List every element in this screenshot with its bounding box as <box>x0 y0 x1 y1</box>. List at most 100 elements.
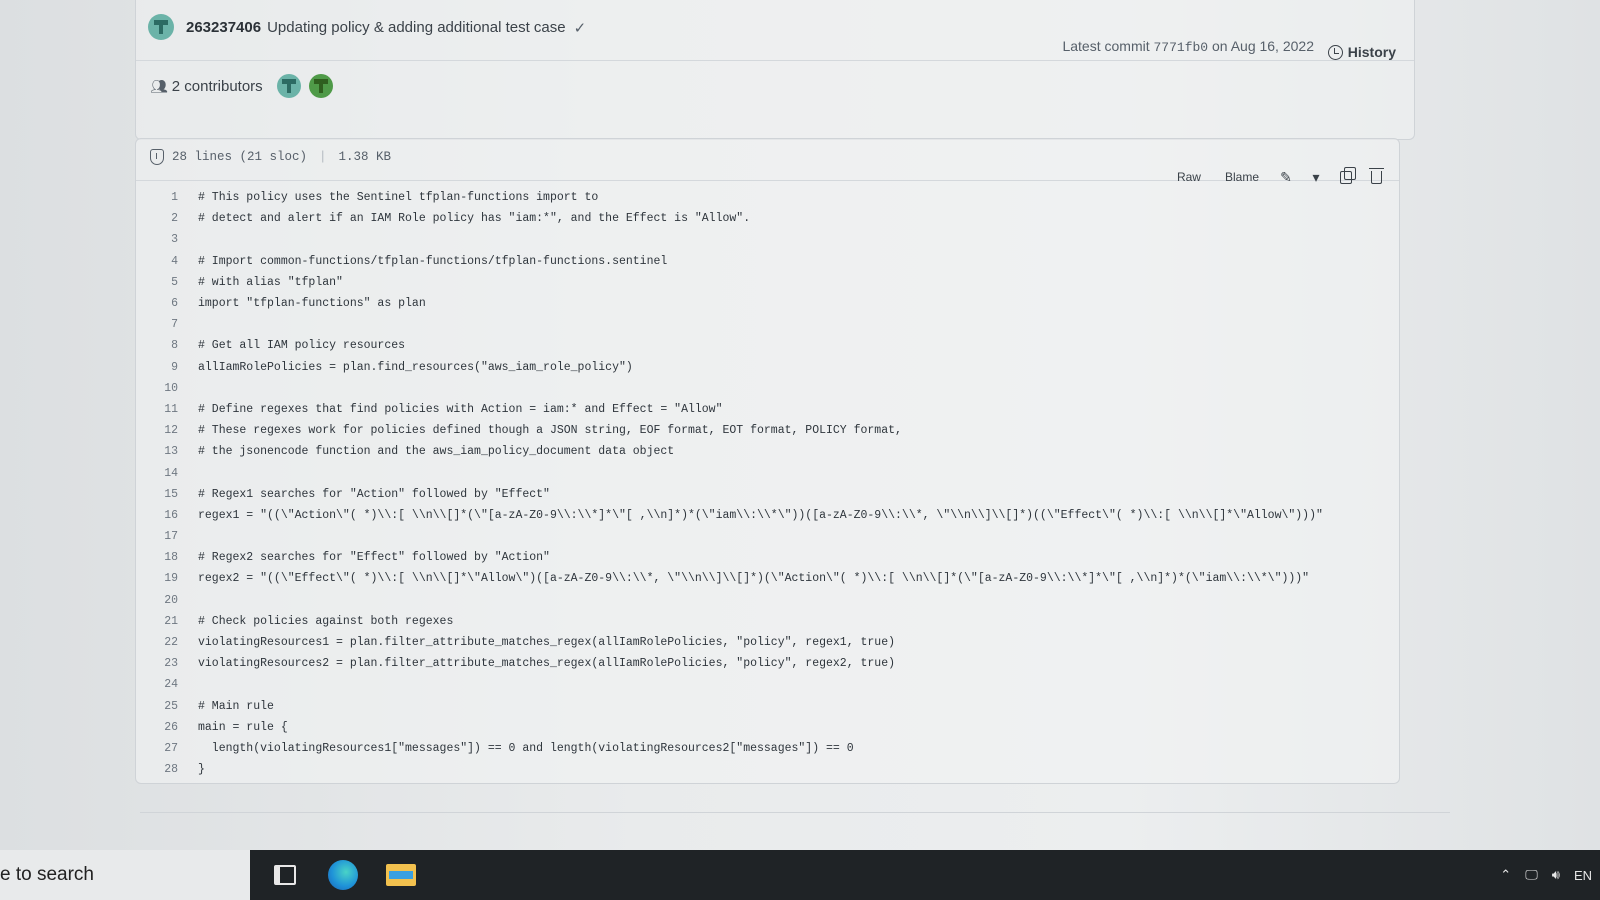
commit-date: on Aug 16, 2022 <box>1212 38 1314 54</box>
code-line: 19 regex2 = "((\"Effect\"( *)\\:[ \\n\\[]… <box>136 568 1399 589</box>
line-number[interactable]: 2 <box>136 212 180 225</box>
line-number[interactable]: 11 <box>136 403 180 416</box>
copy-icon[interactable] <box>1335 166 1357 187</box>
line-number[interactable]: 5 <box>136 276 180 289</box>
volume-icon[interactable]: 🔊︎ <box>1552 867 1560 883</box>
line-code: # Check policies against both regexes <box>198 614 454 628</box>
code-line: 7 <box>136 314 1399 335</box>
line-code: # the jsonencode function and the aws_ia… <box>198 445 675 459</box>
line-number[interactable]: 25 <box>136 700 180 713</box>
file-size: 1.38 KB <box>338 150 392 164</box>
line-number[interactable]: 9 <box>136 361 180 374</box>
file-info: 28 lines (21 sloc) | 1.38 KB <box>150 149 391 165</box>
line-number[interactable]: 10 <box>136 382 180 395</box>
code-line: 20 <box>136 590 1399 611</box>
code-line: 10 <box>136 378 1399 399</box>
line-number[interactable]: 20 <box>136 594 180 607</box>
line-number[interactable]: 24 <box>136 678 180 691</box>
check-icon[interactable]: ✓ <box>574 19 587 37</box>
line-number[interactable]: 1 <box>136 191 180 204</box>
commit-message[interactable]: Updating policy & adding additional test… <box>267 19 566 36</box>
edge-browser-icon[interactable] <box>320 850 366 900</box>
line-code: # Import common-functions/tfplan-functio… <box>198 254 668 268</box>
commit-header: 263237406 Updating policy & adding addit… <box>135 0 1415 140</box>
history-icon <box>1327 44 1343 60</box>
file-explorer-icon[interactable] <box>378 850 424 900</box>
code-view[interactable]: 1 # This policy uses the Sentinel tfplan-… <box>136 187 1399 780</box>
commit-author-id[interactable]: 263237406 <box>186 19 261 36</box>
line-number[interactable]: 22 <box>136 636 180 649</box>
line-number[interactable]: 13 <box>136 445 180 458</box>
language-indicator[interactable]: EN <box>1574 868 1592 883</box>
code-line: 21 # Check policies against both regexes <box>136 611 1399 632</box>
line-code: # Regex2 searches for "Effect" followed … <box>198 551 550 565</box>
line-code: # Define regexes that find policies with… <box>198 402 723 416</box>
contributor-avatar[interactable] <box>276 74 301 98</box>
code-line: 15 # Regex1 searches for "Action" followe… <box>136 484 1399 505</box>
page-background: 263237406 Updating policy & adding addit… <box>0 0 1600 850</box>
line-number[interactable]: 17 <box>136 530 180 543</box>
commit-sha-link[interactable]: 7771fb0 <box>1154 40 1209 55</box>
author-avatar[interactable] <box>148 14 174 40</box>
file-lines-info: 28 lines (21 sloc) <box>172 150 308 164</box>
code-line: 22 violatingResources1 = plan.filter_attr… <box>136 632 1399 653</box>
history-button[interactable]: History <box>1327 44 1396 60</box>
task-view-icon[interactable] <box>262 850 308 900</box>
line-number[interactable]: 7 <box>136 318 180 331</box>
line-code: # Main rule <box>198 699 274 713</box>
taskbar: e to search ⌃ 🖵︎ 🔊︎ EN <box>0 850 1600 900</box>
latest-commit-label: Latest commit <box>1062 38 1150 54</box>
code-line: 18 # Regex2 searches for "Effect" followe… <box>136 547 1399 568</box>
code-line: 2 # detect and alert if an IAM Role polic… <box>136 208 1399 229</box>
code-line: 14 <box>136 462 1399 483</box>
code-line: 8 # Get all IAM policy resources <box>136 335 1399 356</box>
code-line: 16 regex1 = "((\"Action\"( *)\\:[ \\n\\[]… <box>136 505 1399 526</box>
separator: | <box>319 150 327 164</box>
line-number[interactable]: 27 <box>136 742 180 755</box>
line-number[interactable]: 4 <box>136 255 180 268</box>
line-number[interactable]: 28 <box>136 763 180 776</box>
code-line: 1 # This policy uses the Sentinel tfplan-… <box>136 187 1399 208</box>
latest-commit-info: Latest commit 7771fb0 on Aug 16, 2022 <box>1062 38 1314 55</box>
line-number[interactable]: 14 <box>136 467 180 480</box>
line-number[interactable]: 26 <box>136 721 180 734</box>
code-line: 28} <box>136 759 1399 780</box>
line-code: # Get all IAM policy resources <box>198 339 406 353</box>
chevron-down-icon[interactable]: ▾ <box>1305 167 1327 187</box>
line-code: import "tfplan-functions" as plan <box>198 297 426 311</box>
raw-button[interactable]: Raw <box>1169 167 1209 187</box>
line-code: regex2 = "((\"Effect\"( *)\\:[ \\n\\[]*\… <box>198 572 1310 586</box>
line-code: # detect and alert if an IAM Role policy… <box>198 212 751 226</box>
system-tray: ⌃ 🖵︎ 🔊︎ EN <box>1500 850 1592 900</box>
line-number[interactable]: 8 <box>136 339 180 352</box>
code-line: 26 main = rule { <box>136 717 1399 738</box>
line-number[interactable]: 19 <box>136 572 180 585</box>
line-number[interactable]: 15 <box>136 488 180 501</box>
code-line: 23 violatingResources2 = plan.filter_attr… <box>136 653 1399 674</box>
taskbar-search[interactable]: e to search <box>0 850 250 900</box>
line-code: # with alias "tfplan" <box>198 275 343 289</box>
file-header: 28 lines (21 sloc) | 1.38 KB Raw Blame ✎… <box>136 139 1399 185</box>
trash-icon[interactable] <box>1365 167 1387 187</box>
line-code: # Regex1 searches for "Action" followed … <box>198 487 550 501</box>
network-icon[interactable]: 🖵︎ <box>1525 867 1538 883</box>
contributors-link[interactable]: 2 contributors <box>172 78 263 95</box>
pencil-icon[interactable]: ✎ <box>1275 167 1297 187</box>
line-code: length(violatingResources1["messages"]) … <box>198 741 854 755</box>
line-number[interactable]: 12 <box>136 424 180 437</box>
chevron-up-icon[interactable]: ⌃ <box>1500 867 1511 883</box>
line-code: violatingResources2 = plan.filter_attrib… <box>198 657 896 671</box>
contributor-avatar[interactable] <box>308 74 333 98</box>
code-line: 13 # the jsonencode function and the aws_… <box>136 441 1399 462</box>
divider <box>140 812 1450 813</box>
line-number[interactable]: 6 <box>136 297 180 310</box>
blame-button[interactable]: Blame <box>1217 167 1267 187</box>
line-number[interactable]: 16 <box>136 509 180 522</box>
line-number[interactable]: 21 <box>136 615 180 628</box>
code-line: 5 # with alias "tfplan" <box>136 272 1399 293</box>
line-number[interactable]: 3 <box>136 233 180 246</box>
code-line: 12 # These regexes work for policies defi… <box>136 420 1399 441</box>
line-number[interactable]: 18 <box>136 551 180 564</box>
line-number[interactable]: 23 <box>136 657 180 670</box>
line-code: } <box>198 763 205 777</box>
